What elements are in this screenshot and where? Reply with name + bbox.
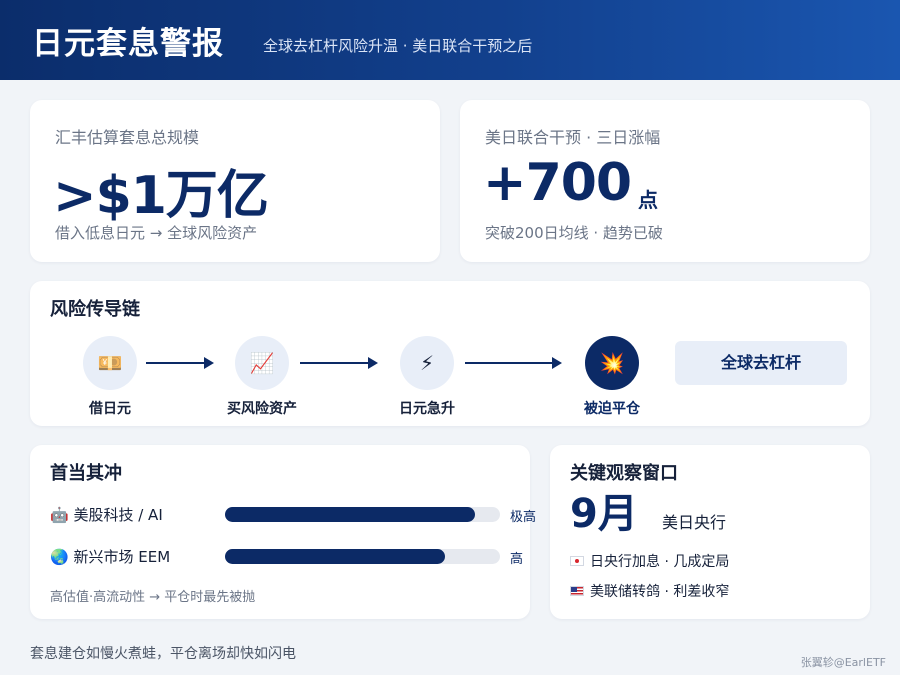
- watch-month: 9月: [570, 491, 638, 537]
- impact-row-em: 🌏 新兴市场 EEM 高: [50, 544, 540, 568]
- impact-bar-fill: [225, 549, 445, 564]
- kpi-card-intervention: 美日联合干预 · 三日涨幅 +700 点 突破200日均线 · 趋势已破: [460, 100, 870, 262]
- kpi-label: 汇丰估算套息总规模: [55, 128, 200, 147]
- lightning-icon: ⚡: [400, 336, 454, 390]
- japan-flag-icon: [570, 556, 584, 566]
- watch-window-card: 关键观察窗口 9月 美日央行 日央行加息 · 几成定局 美联储转鸽 · 利差收窄: [550, 445, 870, 619]
- section-title: 首当其冲: [50, 463, 122, 484]
- impact-level: 高: [510, 552, 524, 567]
- arrow-right-icon: [300, 357, 378, 369]
- kpi-label: 美日联合干预 · 三日涨幅: [485, 128, 661, 147]
- impact-name: 🌏 新兴市场 EEM: [50, 546, 170, 567]
- risk-chain-card: 风险传导链 💴 借日元 📈 买风险资产 ⚡ 日元急升 💥 被迫平仓 全球去杠杆: [30, 281, 870, 426]
- kpi-note: 突破200日均线 · 趋势已破: [485, 224, 663, 242]
- impact-name-text: 新兴市场 EEM: [73, 548, 171, 566]
- chain-node-buy-risk: 📈 买风险资产: [212, 336, 312, 418]
- impact-bar-track: [225, 549, 500, 564]
- impact-name-text: 美股科技 / AI: [73, 506, 163, 524]
- kpi-note: 借入低息日元 → 全球风险资产: [55, 224, 258, 242]
- author-credit: 张翼轸@EarlETF: [800, 656, 886, 669]
- impact-row-us-tech: 🤖 美股科技 / AI 极高: [50, 502, 540, 526]
- chain-result-box: 全球去杠杆: [675, 341, 847, 385]
- chain-node-label: 买风险资产: [227, 401, 297, 417]
- explosion-icon: 💥: [585, 336, 639, 390]
- yen-banknote-icon: 💴: [83, 336, 137, 390]
- watch-item-text: 日央行加息 · 几成定局: [590, 554, 730, 570]
- section-title: 风险传导链: [50, 299, 140, 320]
- kpi-value: >$1万亿: [53, 166, 269, 226]
- arrow-right-icon: [465, 357, 562, 369]
- us-flag-icon: [570, 586, 584, 596]
- chain-node-forced-unwind: 💥 被迫平仓: [562, 336, 662, 418]
- watch-item-text: 美联储转鸽 · 利差收窄: [590, 584, 730, 600]
- impact-bar-fill: [225, 507, 476, 522]
- watch-item-fed: 美联储转鸽 · 利差收窄: [570, 581, 729, 601]
- chain-node-label: 被迫平仓: [584, 401, 640, 417]
- chart-up-icon: 📈: [235, 336, 289, 390]
- impact-level: 极高: [510, 510, 537, 525]
- footer-note: 套息建仓如慢火煮蛙，平仓离场却快如闪电: [30, 646, 296, 662]
- arrow-right-icon: [146, 357, 214, 369]
- watch-item-boj: 日央行加息 · 几成定局: [570, 551, 729, 571]
- watch-event: 美日央行: [662, 513, 727, 532]
- robot-icon: 🤖: [50, 506, 69, 524]
- chain-node-yen-surge: ⚡ 日元急升: [377, 336, 477, 418]
- chain-node-label: 日元急升: [399, 401, 455, 417]
- header-banner: 日元套息警报 全球去杠杆风险升温 · 美日联合干预之后: [0, 0, 900, 80]
- impact-name: 🤖 美股科技 / AI: [50, 504, 163, 525]
- kpi-unit: 点: [638, 188, 658, 212]
- impact-note: 高估值·高流动性 → 平仓时最先被抛: [50, 590, 256, 605]
- page-title: 日元套息警报: [32, 26, 224, 62]
- impact-card: 首当其冲 🤖 美股科技 / AI 极高 🌏 新兴市场 EEM 高 高估值·高流动…: [30, 445, 536, 619]
- globe-icon: 🌏: [50, 548, 69, 566]
- chain-node-borrow-yen: 💴 借日元: [60, 336, 160, 418]
- kpi-value: +700: [483, 153, 632, 213]
- chain-node-label: 借日元: [89, 401, 131, 417]
- kpi-card-carry-size: 汇丰估算套息总规模 >$1万亿 借入低息日元 → 全球风险资产: [30, 100, 440, 262]
- page-subtitle: 全球去杠杆风险升温 · 美日联合干预之后: [263, 37, 533, 55]
- impact-bar-track: [225, 507, 500, 522]
